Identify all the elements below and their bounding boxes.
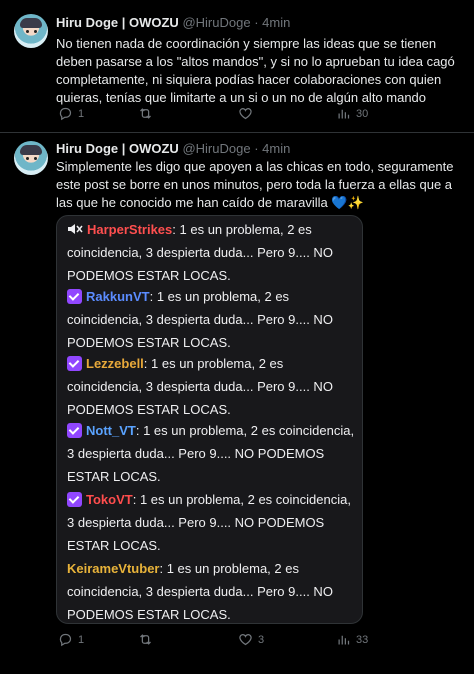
chat-message: Lezzebell: 1 es un problema, 2 es coinci… — [67, 356, 333, 417]
chat-username: KeirameVtuber — [67, 561, 160, 576]
chat-message: HarperStrikes: 1 es un problema, 2 es co… — [67, 222, 333, 283]
display-name-suffix[interactable]: OWOZU — [129, 141, 179, 156]
verified-badge-icon — [67, 356, 82, 371]
chat-message: TokoVT: 1 es un problema, 2 es coinciden… — [67, 492, 351, 553]
views-count: 33 — [356, 633, 369, 646]
tweet-text-block: Simplemente les digo que apoyen a las ch… — [56, 158, 460, 212]
tweet-header: Hiru Doge | OWOZU @HiruDoge · 4min — [56, 141, 290, 156]
tweet-actions: 1 3 33 — [56, 632, 456, 652]
timestamp[interactable]: 4min — [262, 15, 290, 30]
reply-count: 1 — [78, 633, 85, 646]
display-name-suffix[interactable]: OWOZU — [129, 15, 179, 30]
views-icon — [338, 635, 350, 645]
chat-message: RakkunVT: 1 es un problema, 2 es coincid… — [67, 289, 333, 350]
separator-dot: · — [254, 15, 259, 30]
display-name[interactable]: Hiru Doge | — [56, 15, 129, 30]
views-icon — [338, 109, 350, 119]
avatar[interactable] — [14, 141, 48, 175]
emoji-text: 💙✨ — [331, 195, 364, 210]
chat-screenshot[interactable]: HarperStrikes: 1 es un problema, 2 es co… — [56, 215, 363, 624]
chat-message: KeirameVtuber: 1 es un problema, 2 es co… — [67, 561, 333, 622]
avatar-eye — [34, 157, 37, 160]
chat-username: RakkunVT — [86, 289, 150, 304]
tweet-text: Simplemente les digo que apoyen a las ch… — [56, 159, 454, 210]
retweet-icon — [140, 108, 151, 119]
views-button[interactable]: 30 — [336, 106, 368, 121]
avatar-hair — [20, 145, 42, 155]
like-button[interactable]: 3 — [238, 632, 264, 647]
chat-username: HarperStrikes — [87, 222, 173, 237]
views-button[interactable]: 33 — [336, 632, 368, 647]
chat-message: Nott_VT: 1 es un problema, 2 es coincide… — [67, 423, 355, 484]
verified-badge-icon — [67, 423, 82, 438]
like-icon — [239, 634, 252, 646]
like-icon — [239, 108, 252, 120]
tweet[interactable]: Hiru Doge | OWOZU @HiruDoge · 4min No ti… — [0, 0, 474, 133]
reply-count: 1 — [78, 107, 85, 120]
handle[interactable]: @HiruDoge — [182, 141, 250, 156]
retweet-icon — [140, 634, 151, 645]
reply-icon — [59, 633, 72, 647]
chat-username: Nott_VT — [86, 423, 136, 438]
verified-badge-icon — [67, 492, 82, 507]
display-name[interactable]: Hiru Doge | — [56, 141, 129, 156]
retweet-button[interactable] — [138, 632, 158, 647]
avatar-eye — [34, 30, 37, 33]
retweet-button[interactable] — [138, 106, 158, 121]
like-button[interactable] — [238, 106, 258, 121]
avatar-hair — [20, 18, 42, 28]
tweet-actions: 1 30 — [56, 106, 456, 126]
timestamp[interactable]: 4min — [262, 141, 290, 156]
tweet-text: No tienen nada de coordinación y siempre… — [56, 36, 455, 105]
avatar-eye — [26, 157, 29, 160]
like-count: 3 — [258, 633, 265, 646]
reply-button[interactable]: 1 — [58, 632, 84, 647]
views-count: 30 — [356, 107, 369, 120]
handle[interactable]: @HiruDoge — [182, 15, 250, 30]
tweet[interactable]: Hiru Doge | OWOZU @HiruDoge · 4min Simpl… — [0, 133, 474, 674]
verified-badge-icon — [67, 289, 82, 304]
tweet-header: Hiru Doge | OWOZU @HiruDoge · 4min — [56, 15, 290, 30]
mute-icon — [68, 224, 83, 234]
separator-dot: · — [254, 141, 259, 156]
avatar-eye — [26, 30, 29, 33]
chat-username: TokoVT — [86, 492, 133, 507]
reply-button[interactable]: 1 — [58, 106, 84, 121]
avatar[interactable] — [14, 14, 48, 48]
reply-icon — [59, 107, 72, 121]
chat-username: Lezzebell — [86, 356, 144, 371]
